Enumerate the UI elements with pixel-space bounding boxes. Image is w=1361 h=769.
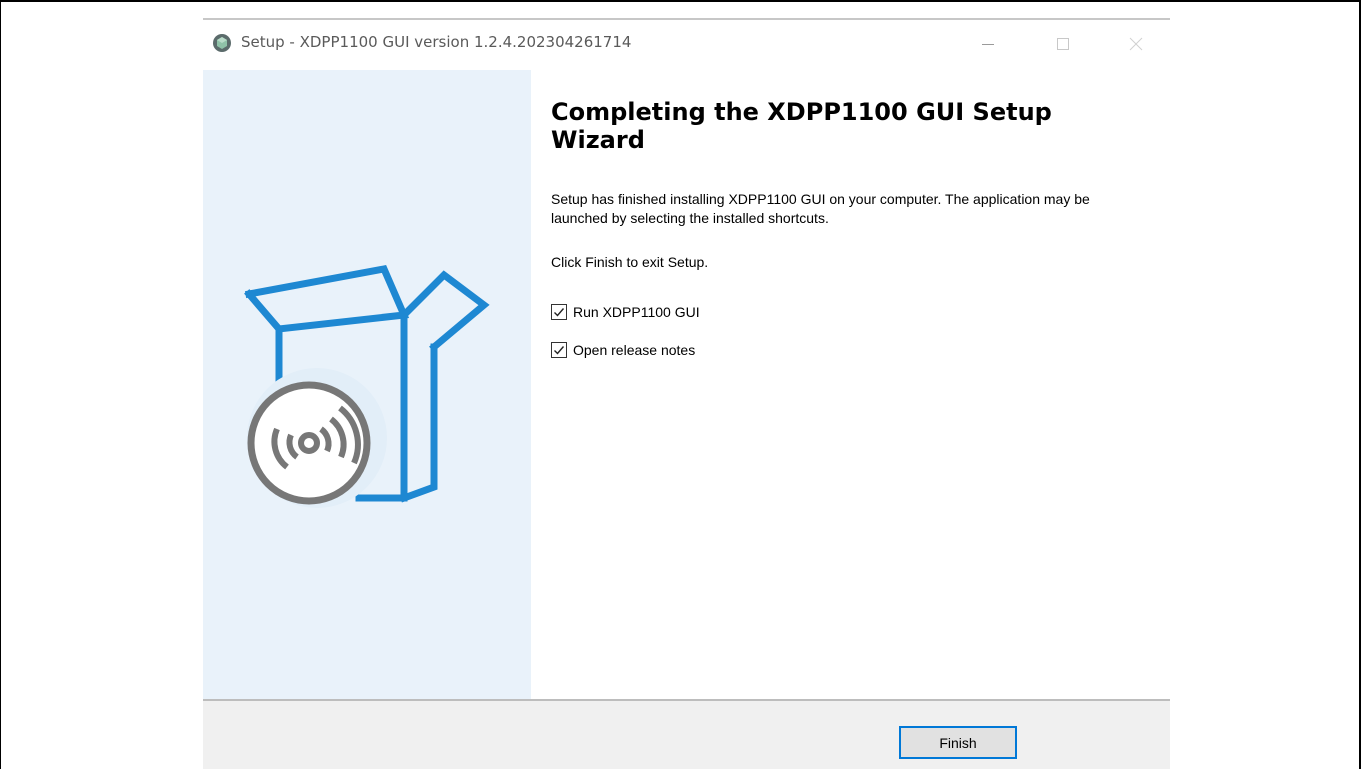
installer-app-icon: [213, 34, 231, 52]
checkmark-icon: [554, 308, 565, 317]
minimize-icon[interactable]: [974, 30, 1002, 58]
software-box-disc-icon: [244, 265, 490, 508]
page-title: Completing the XDPP1100 GUI Setup Wizard: [551, 98, 1052, 154]
release-notes-label[interactable]: Open release notes: [573, 342, 695, 358]
finish-button[interactable]: Finish: [899, 726, 1017, 759]
window-title: Setup - XDPP1100 GUI version 1.2.4.20230…: [241, 33, 632, 51]
release-notes-checkbox-row[interactable]: Open release notes: [551, 339, 695, 361]
wizard-content: Completing the XDPP1100 GUI Setup Wizard…: [531, 70, 1170, 699]
release-notes-checkbox[interactable]: [551, 342, 567, 358]
run-app-checkbox-row[interactable]: Run XDPP1100 GUI: [551, 301, 700, 323]
setup-window: Setup - XDPP1100 GUI version 1.2.4.20230…: [203, 18, 1170, 769]
exit-instruction: Click Finish to exit Setup.: [551, 254, 709, 270]
title-bar[interactable]: Setup - XDPP1100 GUI version 1.2.4.20230…: [203, 20, 1170, 70]
close-icon[interactable]: [1122, 30, 1150, 58]
wizard-sidebar: [203, 70, 531, 699]
wizard-footer: Finish: [203, 701, 1170, 769]
maximize-icon[interactable]: [1049, 30, 1077, 58]
run-app-label[interactable]: Run XDPP1100 GUI: [573, 304, 700, 320]
screen: Setup - XDPP1100 GUI version 1.2.4.20230…: [0, 0, 1361, 769]
checkmark-icon: [554, 346, 565, 355]
finish-button-label: Finish: [939, 734, 977, 751]
completion-message: Setup has finished installing XDPP1100 G…: [551, 191, 1090, 226]
run-app-checkbox[interactable]: [551, 304, 567, 320]
